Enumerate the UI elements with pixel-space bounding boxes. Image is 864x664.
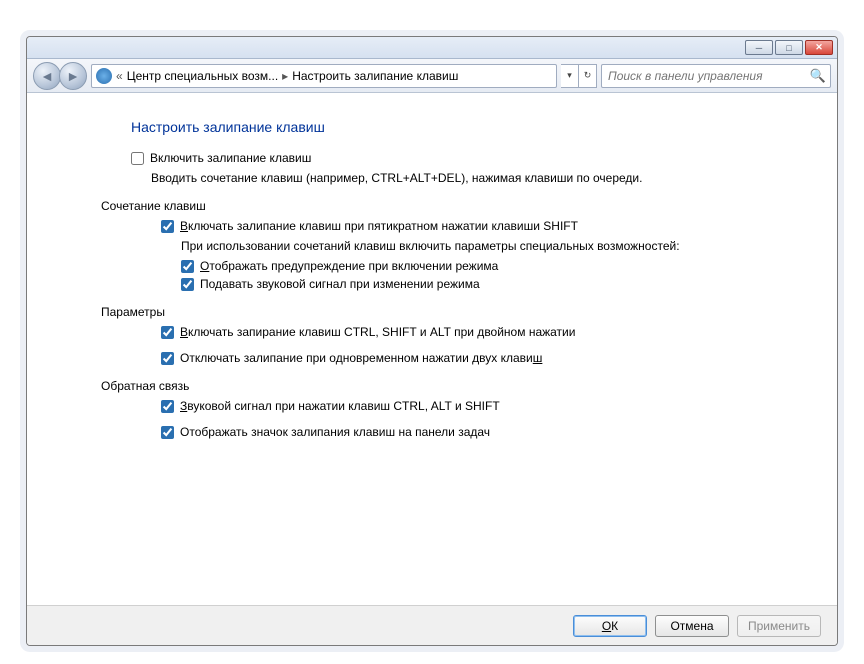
lock-modifiers-checkbox[interactable]	[161, 326, 174, 339]
shortcut-enable-shift5-checkbox[interactable]	[161, 220, 174, 233]
footer: ОК Отмена Применить	[27, 605, 837, 645]
navbar: ◄ ► « Центр специальных возм... ▸ Настро…	[27, 59, 837, 93]
section-shortcut-heading: Сочетание клавиш	[101, 199, 817, 213]
turn-off-two-keys-label: Отключать залипание при одновременном на…	[180, 351, 542, 365]
chevron-right-icon: ▸	[282, 69, 288, 83]
shortcut-enable-shift5-label: Включать залипание клавиш при пятикратно…	[180, 219, 578, 233]
apply-button[interactable]: Применить	[737, 615, 821, 637]
beep-on-modifier-checkbox[interactable]	[161, 400, 174, 413]
turn-off-two-keys-checkbox[interactable]	[161, 352, 174, 365]
maximize-button[interactable]: □	[775, 40, 803, 55]
section-feedback-heading: Обратная связь	[101, 379, 817, 393]
close-button[interactable]: ✕	[805, 40, 833, 55]
window-frame: ─ □ ✕ ◄ ► « Центр специальных возм... ▸ …	[26, 36, 838, 646]
show-taskbar-icon-checkbox[interactable]	[161, 426, 174, 439]
chevrons-icon: «	[116, 69, 123, 83]
titlebar: ─ □ ✕	[27, 37, 837, 59]
enable-sticky-keys-label: Включить залипание клавиш	[150, 151, 311, 165]
breadcrumb-item-1[interactable]: Центр специальных возм...	[127, 69, 278, 83]
ok-button[interactable]: ОК	[573, 615, 647, 637]
enable-sticky-keys-checkbox[interactable]	[131, 152, 144, 165]
content-area: Настроить залипание клавиш Включить зали…	[27, 93, 837, 605]
nav-back-button[interactable]: ◄	[33, 62, 61, 90]
search-icon[interactable]: 🔍	[810, 68, 826, 84]
main-checkbox-description: Вводить сочетание клавиш (например, CTRL…	[151, 171, 817, 185]
sound-on-change-label: Подавать звуковой сигнал при изменении р…	[200, 277, 480, 291]
show-warning-label: Отображать предупреждение при включении …	[200, 259, 498, 273]
sound-on-change-checkbox[interactable]	[181, 278, 194, 291]
beep-on-modifier-label: Звуковой сигнал при нажатии клавиш CTRL,…	[180, 399, 500, 413]
lock-modifiers-label: Включать запирание клавиш CTRL, SHIFT и …	[180, 325, 575, 339]
show-taskbar-icon-label: Отображать значок залипания клавиш на па…	[180, 425, 490, 439]
cancel-button[interactable]: Отмена	[655, 615, 729, 637]
search-input[interactable]	[606, 68, 810, 84]
search-box[interactable]: 🔍	[601, 64, 831, 88]
minimize-button[interactable]: ─	[745, 40, 773, 55]
breadcrumb-dropdown-button[interactable]: ▾	[561, 64, 579, 88]
breadcrumb[interactable]: « Центр специальных возм... ▸ Настроить …	[91, 64, 557, 88]
refresh-button[interactable]: ↻	[579, 64, 597, 88]
shortcut-subtext: При использовании сочетаний клавиш включ…	[181, 239, 817, 253]
section-params-heading: Параметры	[101, 305, 817, 319]
nav-forward-button[interactable]: ►	[59, 62, 87, 90]
show-warning-checkbox[interactable]	[181, 260, 194, 273]
control-panel-icon	[96, 68, 112, 84]
breadcrumb-item-2[interactable]: Настроить залипание клавиш	[292, 69, 458, 83]
page-title: Настроить залипание клавиш	[131, 119, 817, 135]
